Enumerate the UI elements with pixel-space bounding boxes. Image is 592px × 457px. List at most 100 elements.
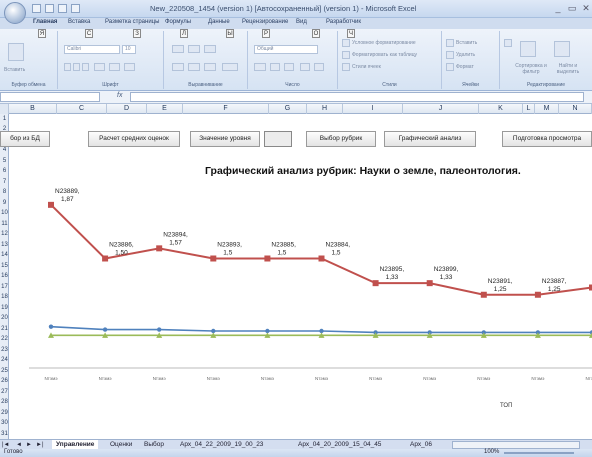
- align-center-icon[interactable]: [188, 63, 200, 71]
- level-input[interactable]: [264, 131, 292, 147]
- row-header[interactable]: 24: [0, 355, 9, 365]
- delete-cells-icon[interactable]: [446, 51, 454, 59]
- row-header[interactable]: 18: [0, 292, 9, 302]
- row-header[interactable]: 21: [0, 324, 9, 334]
- format-cells-button[interactable]: Формат: [456, 64, 474, 70]
- paste-icon[interactable]: [8, 43, 24, 61]
- insert-cells-icon[interactable]: [446, 39, 454, 47]
- line-chart[interactable]: N23889, 1,87N23886, 1,50N23894, 1,57 N23893,…: [9, 180, 592, 390]
- find-select-button[interactable]: Найти и выделить: [550, 63, 586, 75]
- row-header[interactable]: 22: [0, 334, 9, 344]
- row-header[interactable]: 11: [0, 219, 9, 229]
- ribbon-tab-developer[interactable]: Разработчик: [326, 19, 361, 25]
- maximize-button[interactable]: ▭: [566, 3, 578, 14]
- row-header[interactable]: 9: [0, 198, 9, 208]
- row-header[interactable]: 7: [0, 177, 9, 187]
- bold-icon[interactable]: [64, 63, 71, 71]
- select-from-db-button[interactable]: бор из БД: [0, 131, 50, 147]
- row-header[interactable]: 20: [0, 313, 9, 323]
- align-top-icon[interactable]: [172, 45, 184, 53]
- row-header[interactable]: 15: [0, 261, 9, 271]
- row-header[interactable]: 12: [0, 229, 9, 239]
- borders-icon[interactable]: [94, 63, 105, 71]
- prepare-view-button[interactable]: Подготовка просмотра: [502, 131, 592, 147]
- select-rubrics-button[interactable]: Выбор рубрик: [306, 131, 376, 147]
- decrease-decimal-icon[interactable]: [314, 63, 324, 71]
- ribbon-tab-insert[interactable]: Вставка: [68, 19, 90, 25]
- row-header[interactable]: 27: [0, 387, 9, 397]
- cell-styles-icon[interactable]: [342, 63, 350, 71]
- fill-color-icon[interactable]: [109, 63, 120, 71]
- select-all-corner[interactable]: [0, 104, 9, 114]
- row-header[interactable]: 6: [0, 166, 9, 176]
- column-header-k[interactable]: K: [479, 104, 523, 114]
- row-header[interactable]: 31: [0, 429, 9, 439]
- undo-icon[interactable]: [45, 4, 54, 13]
- office-button[interactable]: [4, 2, 26, 24]
- row-header[interactable]: 10: [0, 208, 9, 218]
- autosum-icon[interactable]: [504, 39, 512, 47]
- paste-button[interactable]: Вставить: [4, 67, 25, 73]
- calc-average-button[interactable]: Расчет средних оценок: [88, 131, 180, 147]
- row-header[interactable]: 8: [0, 187, 9, 197]
- column-header-m[interactable]: M: [535, 104, 559, 114]
- orientation-icon[interactable]: [204, 45, 216, 53]
- row-header[interactable]: 16: [0, 271, 9, 281]
- column-header-g[interactable]: G: [269, 104, 307, 114]
- merge-cells-icon[interactable]: [222, 63, 238, 71]
- italic-icon[interactable]: [73, 63, 80, 71]
- ribbon-tab-page-layout[interactable]: Разметка страницы: [105, 19, 159, 25]
- find-select-icon[interactable]: [554, 41, 570, 57]
- sort-filter-icon[interactable]: [520, 41, 536, 57]
- comma-icon[interactable]: [284, 63, 294, 71]
- zoom-level[interactable]: 100%: [484, 449, 499, 455]
- conditional-format-icon[interactable]: [342, 39, 350, 47]
- close-button[interactable]: ✕: [580, 3, 592, 14]
- conditional-format-button[interactable]: Условное форматирование: [352, 40, 416, 46]
- minimize-button[interactable]: _: [552, 3, 564, 14]
- quick-access-customize-icon[interactable]: [71, 4, 80, 13]
- formula-input[interactable]: [130, 92, 584, 102]
- sort-filter-button[interactable]: Сортировка и фильтр: [514, 63, 548, 75]
- column-header-d[interactable]: D: [107, 104, 147, 114]
- column-header-j[interactable]: J: [403, 104, 479, 114]
- level-value-button[interactable]: Значение уровня: [190, 131, 260, 147]
- row-header[interactable]: 17: [0, 282, 9, 292]
- row-header[interactable]: 30: [0, 418, 9, 428]
- insert-cells-button[interactable]: Вставить: [456, 40, 477, 46]
- row-header[interactable]: 23: [0, 345, 9, 355]
- delete-cells-button[interactable]: Удалить: [456, 52, 475, 58]
- underline-icon[interactable]: [82, 63, 89, 71]
- row-header[interactable]: 28: [0, 397, 9, 407]
- column-header-f[interactable]: F: [183, 104, 269, 114]
- column-header-n[interactable]: N: [559, 104, 592, 114]
- column-header-l[interactable]: L: [523, 104, 535, 114]
- format-cells-icon[interactable]: [446, 63, 454, 71]
- zoom-slider[interactable]: [504, 452, 574, 454]
- row-header[interactable]: 19: [0, 303, 9, 313]
- row-header[interactable]: 4: [0, 145, 9, 155]
- save-icon[interactable]: [32, 4, 41, 13]
- ribbon-tab-review[interactable]: Рецензирование: [242, 19, 288, 25]
- row-header[interactable]: 29: [0, 408, 9, 418]
- ribbon-tab-data[interactable]: Данные: [208, 19, 230, 25]
- ribbon-tab-view[interactable]: Вид: [296, 19, 307, 25]
- row-header[interactable]: 25: [0, 366, 9, 376]
- ribbon-tab-home[interactable]: Главная: [33, 19, 57, 25]
- column-header-c[interactable]: C: [57, 104, 107, 114]
- row-header[interactable]: 14: [0, 250, 9, 260]
- row-header[interactable]: 13: [0, 240, 9, 250]
- font-color-icon[interactable]: [124, 63, 135, 71]
- row-header[interactable]: 26: [0, 376, 9, 386]
- percent-icon[interactable]: [270, 63, 280, 71]
- column-header-b[interactable]: B: [9, 104, 57, 114]
- format-table-button[interactable]: Форматировать как таблицу: [352, 52, 417, 58]
- format-table-icon[interactable]: [342, 51, 350, 59]
- row-header[interactable]: 1: [0, 114, 9, 124]
- align-middle-icon[interactable]: [188, 45, 200, 53]
- column-header-e[interactable]: E: [147, 104, 183, 114]
- currency-icon[interactable]: [254, 63, 266, 71]
- align-left-icon[interactable]: [172, 63, 184, 71]
- column-header-h[interactable]: H: [307, 104, 343, 114]
- cell-styles-button[interactable]: Стили ячеек: [352, 64, 381, 70]
